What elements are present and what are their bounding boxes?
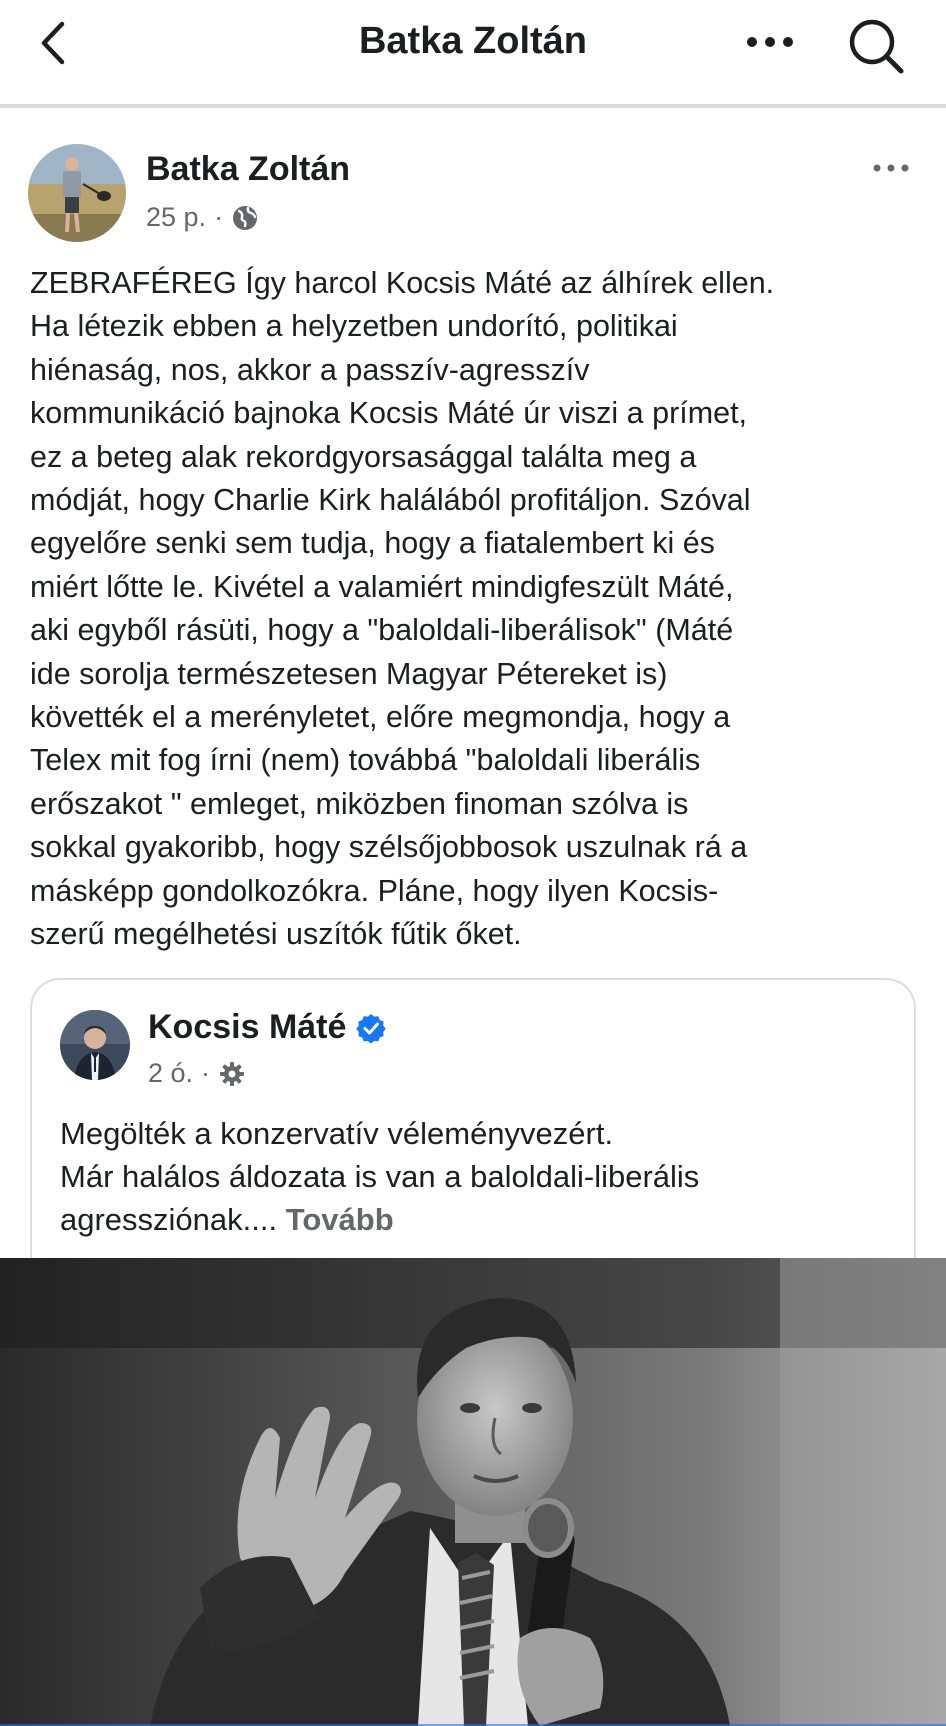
- post-options-button[interactable]: [870, 158, 914, 178]
- meta-separator: ·: [214, 202, 224, 232]
- gear-icon: [220, 1061, 245, 1086]
- author-avatar[interactable]: [28, 144, 126, 242]
- see-more-link[interactable]: Tovább: [286, 1202, 394, 1237]
- top-bar: Batka Zoltán: [0, 0, 946, 104]
- post-time[interactable]: 25 p.: [146, 202, 206, 233]
- post-body-text: ZEBRAFÉREG Így harcol Kocsis Máté az álh…: [30, 266, 775, 952]
- ellipsis-icon: [873, 164, 909, 172]
- page-title: Batka Zoltán: [358, 20, 588, 62]
- post-author-name[interactable]: Batka Zoltán: [146, 150, 350, 189]
- shared-author-row: Kocsis Máté: [148, 1008, 387, 1047]
- shared-post-card[interactable]: Kocsis Máté 2 ó. · Megölték a konzervatí…: [30, 978, 916, 1258]
- shared-post-text: Megölték a konzervatív véleményvezért. M…: [60, 1112, 880, 1241]
- shared-author-name[interactable]: Kocsis Máté: [148, 1008, 346, 1047]
- globe-icon: [233, 205, 258, 230]
- header-divider: [0, 104, 946, 108]
- post-meta: 25 p. ·: [146, 202, 259, 233]
- shared-post-time[interactable]: 2 ó.: [148, 1058, 193, 1089]
- more-options-button[interactable]: [742, 20, 802, 64]
- shared-author-avatar[interactable]: [60, 1010, 130, 1080]
- verified-badge-icon: [356, 1013, 387, 1043]
- meta-separator: ·: [201, 1058, 211, 1088]
- search-icon: [849, 19, 904, 74]
- search-button[interactable]: [846, 14, 908, 76]
- shared-post-photo[interactable]: [0, 1258, 946, 1726]
- shared-post-meta: 2 ó. ·: [148, 1058, 246, 1089]
- ellipsis-icon: [747, 37, 793, 47]
